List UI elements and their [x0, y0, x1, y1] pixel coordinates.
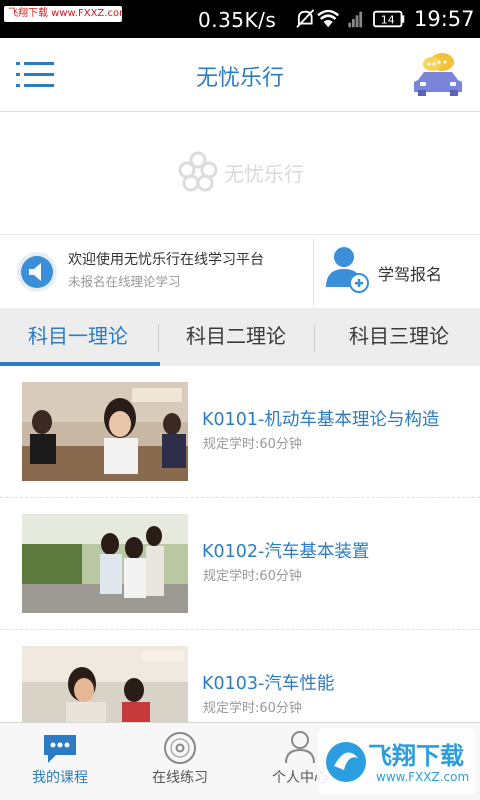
svg-text:14: 14	[381, 14, 395, 27]
course-title: K0103-汽车性能	[202, 674, 335, 694]
notice-title: 欢迎使用无忧乐行在线学习平台	[68, 252, 264, 268]
nav-my-courses[interactable]: 我的课程	[0, 723, 120, 800]
status-bar: 飞翔下载 www.FXXZ.com 0.35K/s 14 19:57	[0, 0, 480, 38]
disc-icon	[164, 732, 196, 764]
course-duration: 规定学时:60分钟	[203, 569, 302, 584]
tab-subject-3[interactable]: 科目三理论	[318, 308, 480, 366]
signal-icon	[348, 11, 363, 28]
status-icons: 14	[296, 9, 405, 28]
tab-divider	[314, 324, 315, 352]
subject-tabs: 科目一理论 科目二理论 科目三理论	[0, 308, 480, 366]
speaker-icon	[17, 252, 57, 292]
add-user-icon	[326, 247, 369, 293]
info-row: 欢迎使用无忧乐行在线学习平台 未报名在线理论学习 学驾报名	[0, 234, 480, 308]
notice-block[interactable]: 欢迎使用无忧乐行在线学习平台 未报名在线理论学习	[14, 247, 310, 299]
person-icon	[285, 731, 315, 764]
nav-online-practice[interactable]: 在线练习	[120, 723, 240, 800]
course-title: K0102-汽车基本装置	[202, 542, 370, 562]
watermark-title: 飞翔下载	[368, 742, 464, 770]
course-duration: 规定学时:60分钟	[203, 701, 302, 716]
tab-subject-1[interactable]: 科目一理论	[0, 308, 156, 366]
page-title: 无忧乐行	[195, 66, 284, 91]
network-speed: 0.35K/s	[198, 8, 277, 32]
watermark-logo-icon	[326, 742, 366, 782]
battery-icon: 14	[373, 10, 405, 28]
nav-label: 我的课程	[32, 770, 88, 786]
app-header: 无忧乐行	[0, 38, 480, 112]
divider	[313, 239, 314, 305]
watermark-overlay: 飞翔下载 www.FXXZ.com	[318, 728, 476, 794]
car-chat-icon[interactable]	[412, 50, 464, 98]
notice-subtitle: 未报名在线理论学习	[68, 274, 181, 289]
muted-bell-icon	[296, 9, 315, 28]
clock: 19:57	[414, 7, 475, 31]
nav-label: 在线练习	[152, 770, 208, 786]
enroll-button[interactable]: 学驾报名	[322, 243, 472, 301]
course-thumbnail	[22, 382, 188, 481]
course-thumbnail	[22, 514, 188, 613]
chat-bubble-icon	[44, 735, 76, 763]
banner[interactable]: 无忧乐行	[0, 112, 480, 234]
course-title: K0101-机动车基本理论与构造	[202, 410, 440, 430]
watermark-url: www.FXXZ.com	[376, 770, 470, 784]
banner-logo-text: 无忧乐行	[224, 161, 304, 186]
watermark-badge: 飞翔下载 www.FXXZ.com	[4, 6, 122, 22]
tab-subject-2[interactable]: 科目二理论	[158, 308, 314, 366]
banner-logo: 无忧乐行	[178, 148, 304, 196]
flower-logo-icon	[178, 151, 218, 192]
wifi-icon	[317, 9, 340, 28]
course-item[interactable]: K0101-机动车基本理论与构造 规定学时:60分钟	[0, 366, 480, 498]
course-duration: 规定学时:60分钟	[203, 437, 302, 452]
course-item[interactable]: K0102-汽车基本装置 规定学时:60分钟	[0, 498, 480, 630]
enroll-label: 学驾报名	[378, 265, 443, 284]
